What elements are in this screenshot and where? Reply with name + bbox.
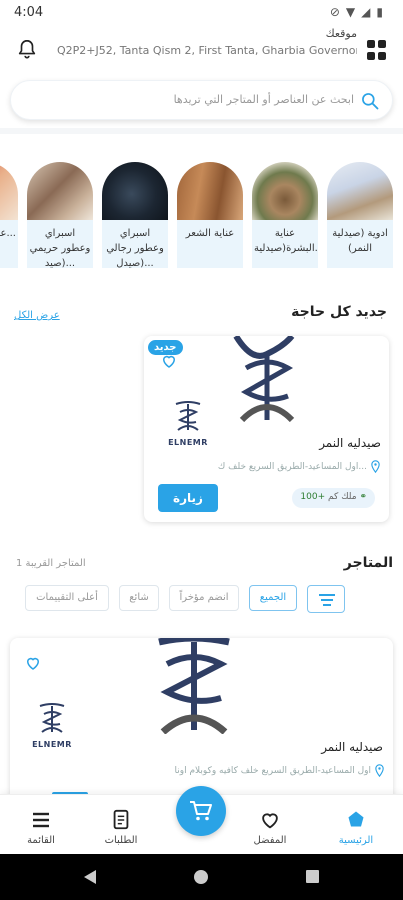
battery-icon: ▮	[376, 5, 389, 19]
logo-text: ELNEMR	[168, 438, 208, 447]
filter-chip-all[interactable]: الجميع	[249, 585, 297, 611]
new-section-title: جديد كل حاجة	[291, 304, 387, 320]
category-image	[102, 162, 168, 220]
nearby-stores-count: 1 المتاجر القريبة	[16, 558, 86, 569]
back-icon[interactable]	[82, 868, 98, 886]
favorite-heart-icon[interactable]	[24, 654, 42, 672]
category-carousel[interactable]: ادوية (صيدلية النمر) عناية البشرة(صيدلية…	[0, 162, 403, 272]
category-image	[177, 162, 243, 220]
system-navigation-bar	[0, 854, 403, 900]
store-address: اول المساعيد-الطريق السريع خلف ك...	[217, 462, 367, 472]
nav-orders[interactable]: الطلبات	[86, 803, 156, 853]
store-logo-mark	[233, 336, 295, 422]
location-pin-icon	[375, 764, 384, 777]
category-item[interactable]: اسبراي وعطور حريمي (صيد...	[27, 162, 93, 270]
filter-chip-recent[interactable]: انضم مؤخراً	[169, 585, 239, 611]
search-bar[interactable]: ابحث عن العناصر أو المتاجر التي تريدها	[10, 80, 393, 120]
category-image	[252, 162, 318, 220]
home-system-icon[interactable]	[193, 869, 209, 885]
category-item[interactable]: عناية الشعر	[177, 162, 243, 270]
location-pin-icon	[371, 460, 380, 473]
category-label: ادوية (صيدلية النمر)	[327, 220, 393, 268]
category-item[interactable]: عنا حر...	[0, 162, 18, 270]
store-name: صيدليه النمر	[321, 740, 383, 754]
status-bar: 4:04 ⊘▼◢▮	[0, 0, 403, 26]
distance-suffix: ملك	[341, 492, 357, 502]
nav-favorites[interactable]: المفضل	[235, 803, 305, 853]
store-logo: ELNEMR	[168, 398, 208, 450]
location-address[interactable]: Q2P2+J52, Tanta Qism 2, First Tanta, Gha…	[57, 44, 357, 57]
signal-icon: ◢	[361, 5, 377, 19]
orders-icon	[113, 809, 129, 830]
mute-icon: ⊘	[329, 5, 346, 19]
filter-chip-popular[interactable]: شائع	[119, 585, 159, 611]
pharmacy-logo-icon	[175, 401, 201, 431]
distance-badge: ملك كم +100 ⚭	[292, 488, 375, 508]
cart-icon	[190, 801, 212, 821]
bell-icon[interactable]	[16, 38, 38, 60]
status-time: 4:04	[14, 5, 44, 20]
heart-icon	[262, 813, 278, 829]
distance-unit: كم	[328, 492, 339, 502]
category-image	[27, 162, 93, 220]
search-icon	[362, 93, 379, 110]
location-title[interactable]: موقعك	[326, 27, 357, 40]
cart-button[interactable]	[176, 786, 226, 836]
nav-home[interactable]: الرئيسية	[321, 803, 391, 853]
search-placeholder: ابحث عن العناصر أو المتاجر التي تريدها	[173, 93, 354, 106]
category-image	[0, 162, 18, 220]
recents-icon[interactable]	[305, 869, 320, 884]
app-header: موقعك Q2P2+J52, Tanta Qism 2, First Tant…	[0, 26, 403, 74]
nav-menu[interactable]: القائمة	[6, 803, 76, 853]
section-divider	[0, 128, 403, 134]
nav-home-label: الرئيسية	[338, 835, 374, 846]
filter-chip-top-rated[interactable]: أعلى التقييمات	[25, 585, 109, 611]
menu-icon	[33, 812, 49, 828]
category-label: اسبراي وعطور رجالي (صيدل...	[102, 220, 168, 268]
nav-favorites-label: المفضل	[253, 835, 287, 846]
store-address: اول المساعيد-الطريق السريع خلف كافيه وكو…	[174, 766, 371, 776]
home-icon	[348, 811, 364, 827]
category-label: عنا حر...	[0, 220, 18, 268]
stores-section-title: المتاجر	[343, 555, 393, 571]
nav-orders-label: الطلبات	[104, 835, 138, 846]
distance-value: +100	[300, 492, 326, 502]
category-label: عناية البشرة(صيدلية...	[252, 220, 318, 268]
category-image	[327, 162, 393, 220]
wifi-icon: ▼	[345, 5, 362, 19]
view-all-link[interactable]: عرض الكل	[14, 310, 60, 321]
category-item[interactable]: اسبراي وعطور رجالي (صيدل...	[102, 162, 168, 270]
category-label: عناية الشعر	[177, 220, 243, 268]
route-icon: ⚭	[359, 492, 367, 502]
category-item[interactable]: عناية البشرة(صيدلية...	[252, 162, 318, 270]
grid-menu-icon[interactable]	[367, 40, 387, 60]
nav-menu-label: القائمة	[27, 835, 55, 846]
favorite-heart-icon[interactable]	[160, 352, 178, 370]
logo-text: ELNEMR	[32, 740, 72, 749]
filter-button[interactable]	[307, 585, 345, 613]
visit-button[interactable]: زيارة	[158, 484, 218, 512]
store-name: صيدليه النمر	[319, 436, 381, 450]
category-item[interactable]: ادوية (صيدلية النمر)	[327, 162, 393, 270]
pharmacy-logo-icon	[39, 703, 65, 733]
store-logo-mark	[158, 638, 230, 734]
store-card[interactable]: جديد ELNEMR صيدليه النمر اول المساعيد-ال…	[144, 336, 389, 522]
category-label: اسبراي وعطور حريمي (صيد...	[27, 220, 93, 268]
status-icons: ⊘▼◢▮	[330, 5, 389, 19]
store-list-card[interactable]: ELNEMR صيدليه النمر اول المساعيد-الطريق …	[10, 638, 393, 808]
store-logo: ELNEMR	[32, 700, 72, 752]
